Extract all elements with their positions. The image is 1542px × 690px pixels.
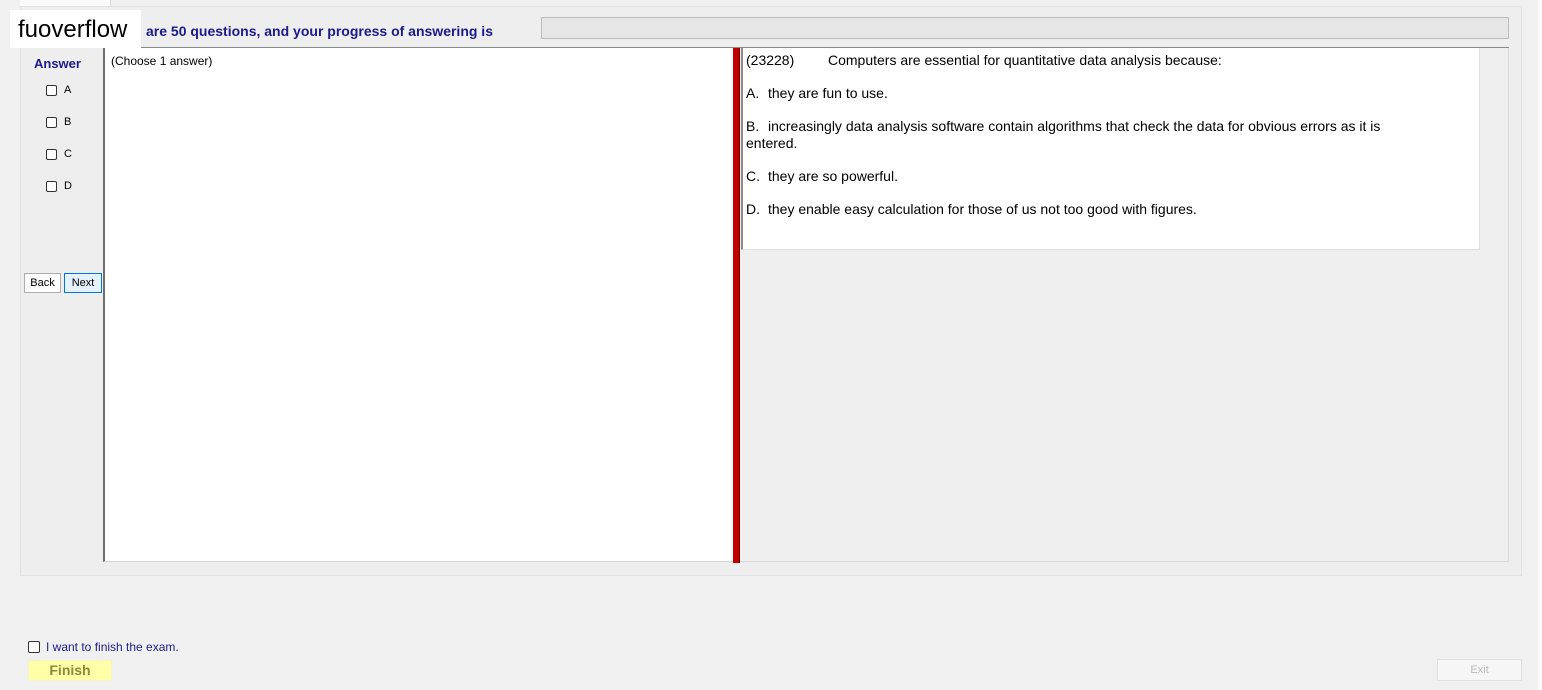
answer-option-d[interactable]: D bbox=[46, 179, 72, 193]
finish-exam-label: I want to finish the exam. bbox=[46, 640, 179, 654]
answer-heading: Answer bbox=[34, 56, 81, 71]
choice-text: they are so powerful. bbox=[768, 168, 898, 184]
choice-text: they enable easy calculation for those o… bbox=[768, 201, 1197, 217]
question-choice-d: D. they enable easy calculation for those… bbox=[746, 201, 1197, 218]
answer-option-label: B bbox=[64, 116, 72, 128]
answer-option-label: C bbox=[64, 148, 72, 160]
progress-header-text: are 50 questions, and your progress of a… bbox=[146, 23, 493, 39]
back-button[interactable]: Back bbox=[24, 273, 61, 293]
answer-option-c[interactable]: C bbox=[46, 147, 72, 161]
checkbox-icon[interactable] bbox=[46, 84, 57, 96]
choice-letter: C. bbox=[746, 168, 760, 184]
question-choice-b-continued: entered. bbox=[746, 135, 798, 151]
question-choice-a: A. they are fun to use. bbox=[746, 85, 888, 102]
question-box: (23228) Computers are essential for quan… bbox=[741, 48, 1480, 250]
question-id: (23228) bbox=[746, 52, 795, 68]
window-right-edge bbox=[1538, 0, 1542, 690]
checkbox-icon[interactable] bbox=[46, 116, 57, 128]
next-button[interactable]: Next bbox=[64, 273, 102, 293]
exit-button[interactable]: Exit bbox=[1437, 659, 1522, 681]
choose-instruction: (Choose 1 answer) bbox=[111, 54, 213, 68]
finish-exam-checkbox[interactable]: I want to finish the exam. bbox=[28, 640, 179, 654]
answer-option-b[interactable]: B bbox=[46, 115, 71, 129]
choice-letter: B. bbox=[746, 118, 760, 134]
choice-letter: D. bbox=[746, 201, 760, 217]
watermark-logo: fuoverflow bbox=[10, 10, 141, 48]
finish-button[interactable]: Finish bbox=[28, 660, 112, 681]
question-choice-c: C. they are so powerful. bbox=[746, 168, 898, 185]
choice-letter: A. bbox=[746, 85, 760, 101]
checkbox-icon[interactable] bbox=[46, 180, 57, 192]
panel-splitter[interactable] bbox=[733, 48, 740, 563]
progress-bar bbox=[541, 17, 1509, 39]
answer-option-a[interactable]: A bbox=[46, 83, 71, 97]
exam-window: fuoverflow are 50 questions, and your pr… bbox=[0, 0, 1542, 690]
choice-text: they are fun to use. bbox=[768, 85, 888, 101]
answer-notes-panel: (Choose 1 answer) bbox=[103, 48, 735, 562]
answer-option-label: D bbox=[64, 180, 72, 192]
question-stem: Computers are essential for quantitative… bbox=[828, 52, 1222, 68]
question-choice-b: B. increasingly data analysis software co… bbox=[746, 118, 1380, 135]
checkbox-icon[interactable] bbox=[46, 148, 57, 160]
checkbox-icon[interactable] bbox=[28, 641, 40, 653]
choice-text: increasingly data analysis software cont… bbox=[768, 118, 1381, 134]
answer-option-label: A bbox=[64, 84, 72, 96]
